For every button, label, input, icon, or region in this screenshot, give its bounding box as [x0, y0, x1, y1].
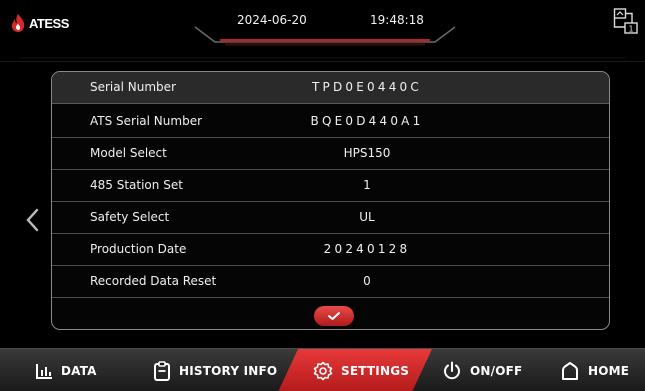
chevron-left-icon[interactable]	[22, 205, 44, 235]
row-label: Model Select	[90, 146, 167, 160]
svg-text:1: 1	[628, 25, 633, 34]
settings-panel: Serial Number TPD0E0440C ATS Serial Numb…	[51, 71, 610, 330]
brand-name: ATESS	[29, 15, 69, 31]
row-safety-select: Safety Select UL	[52, 202, 609, 234]
row-label: Serial Number	[90, 80, 176, 94]
row-value[interactable]: UL	[292, 210, 442, 224]
checkmark-icon	[328, 312, 340, 320]
nav-data-label: DATA	[61, 363, 97, 378]
nav-history-label: HISTORY INFO	[179, 363, 278, 378]
row-value[interactable]: HPS150	[292, 146, 442, 160]
top-bar: ATESS 2024-06-20 19:48:18 1	[0, 0, 645, 62]
row-value[interactable]: BQE0D440A1	[292, 114, 442, 128]
confirm-button[interactable]	[314, 306, 354, 326]
brand-logo: ATESS	[10, 12, 69, 34]
row-model-select: Model Select HPS150	[52, 138, 609, 170]
clipboard-icon	[154, 360, 170, 381]
row-485-station-set: 485 Station Set 1	[52, 170, 609, 202]
row-value[interactable]: 1	[292, 178, 442, 192]
row-label: 485 Station Set	[90, 178, 183, 192]
row-recorded-data-reset: Recorded Data Reset 0	[52, 266, 609, 298]
row-value[interactable]: 20240128	[292, 242, 442, 256]
flame-logo-icon	[12, 14, 25, 32]
bar-chart-icon	[36, 363, 52, 379]
row-ats-serial-number: ATS Serial Number BQE0D440A1	[52, 106, 609, 138]
row-serial-number: Serial Number TPD0E0440C	[52, 72, 609, 104]
nav-on-off[interactable]: ON/OFF	[442, 349, 522, 391]
row-production-date: Production Date 20240128	[52, 234, 609, 266]
row-label: Production Date	[90, 242, 187, 256]
communication-status-icon[interactable]: 1	[613, 7, 639, 37]
nav-home-label: HOME	[588, 363, 630, 378]
nav-settings[interactable]: SETTINGS	[313, 349, 409, 391]
header-decoration	[0, 26, 645, 62]
row-label: Safety Select	[90, 210, 170, 224]
nav-settings-label: SETTINGS	[341, 363, 410, 378]
home-icon	[562, 361, 578, 380]
row-value[interactable]: TPD0E0440C	[292, 80, 442, 94]
row-value[interactable]: 0	[292, 274, 442, 288]
gear-icon	[313, 361, 333, 380]
power-icon	[444, 361, 460, 379]
row-label: Recorded Data Reset	[90, 274, 217, 288]
nav-history-info[interactable]: HISTORY INFO	[153, 349, 277, 391]
nav-onoff-label: ON/OFF	[470, 363, 523, 378]
bottom-nav: DATA HISTORY INFO SETTINGS ON/OFF HOME	[0, 348, 645, 391]
date-display: 2024-06-20	[237, 13, 307, 27]
nav-data[interactable]: DATA	[35, 349, 97, 391]
time-display: 19:48:18	[370, 13, 424, 27]
row-label: ATS Serial Number	[90, 114, 203, 128]
nav-home[interactable]: HOME	[560, 349, 629, 391]
